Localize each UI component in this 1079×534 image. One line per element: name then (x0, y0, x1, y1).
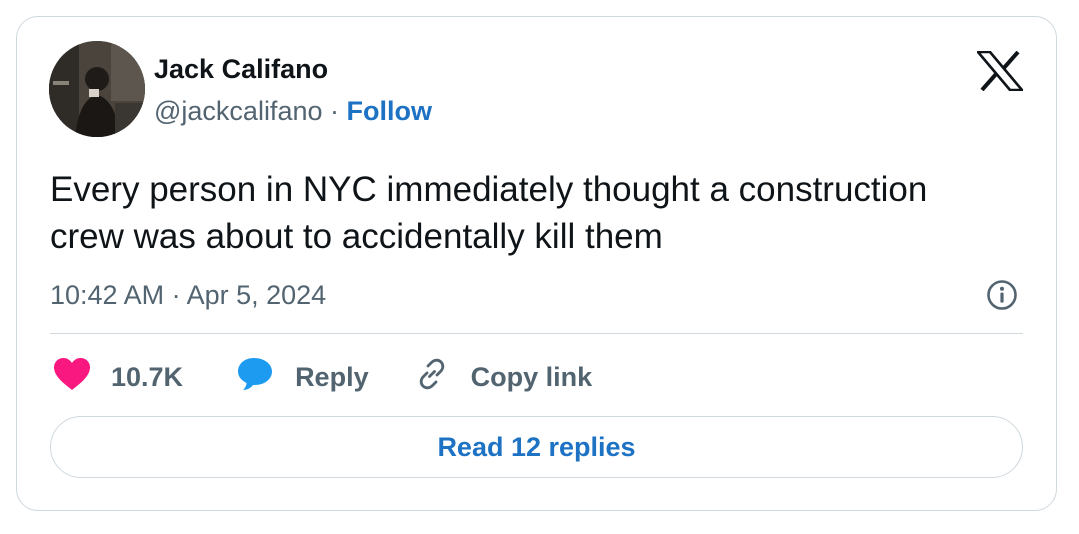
separator-dot: · (330, 96, 340, 126)
copy-link-label: Copy link (470, 361, 593, 392)
x-logo-icon[interactable] (976, 50, 1024, 92)
copy-link-button[interactable]: Copy link (415, 357, 593, 398)
tweet-text: Every person in NYC immediately thought … (50, 170, 928, 256)
reply-label: Reply (295, 361, 369, 392)
author-name[interactable]: Jack Califano (154, 53, 328, 85)
read-replies-label: Read 12 replies (437, 431, 636, 462)
heart-icon (53, 357, 91, 398)
speech-bubble-icon (237, 357, 273, 398)
tweet-embed-card: Jack Califano @jackcalifano · Follow Eve… (16, 16, 1057, 511)
read-replies-button[interactable]: Read 12 replies (50, 416, 1023, 478)
like-count: 10.7K (111, 361, 184, 392)
link-icon (415, 357, 449, 398)
divider (50, 333, 1023, 334)
reply-button[interactable]: Reply (237, 357, 369, 398)
avatar[interactable] (49, 41, 145, 137)
action-bar: 10.7K Reply Copy link (53, 357, 592, 397)
handle-row: @jackcalifano · Follow (154, 95, 432, 127)
like-button[interactable]: 10.7K (53, 357, 183, 398)
avatar-image (49, 41, 145, 137)
follow-button[interactable]: Follow (347, 96, 432, 126)
author-handle[interactable]: @jackcalifano (154, 96, 323, 126)
tweet-timestamp[interactable]: 10:42 AM · Apr 5, 2024 (50, 279, 326, 311)
info-icon[interactable] (986, 279, 1018, 311)
